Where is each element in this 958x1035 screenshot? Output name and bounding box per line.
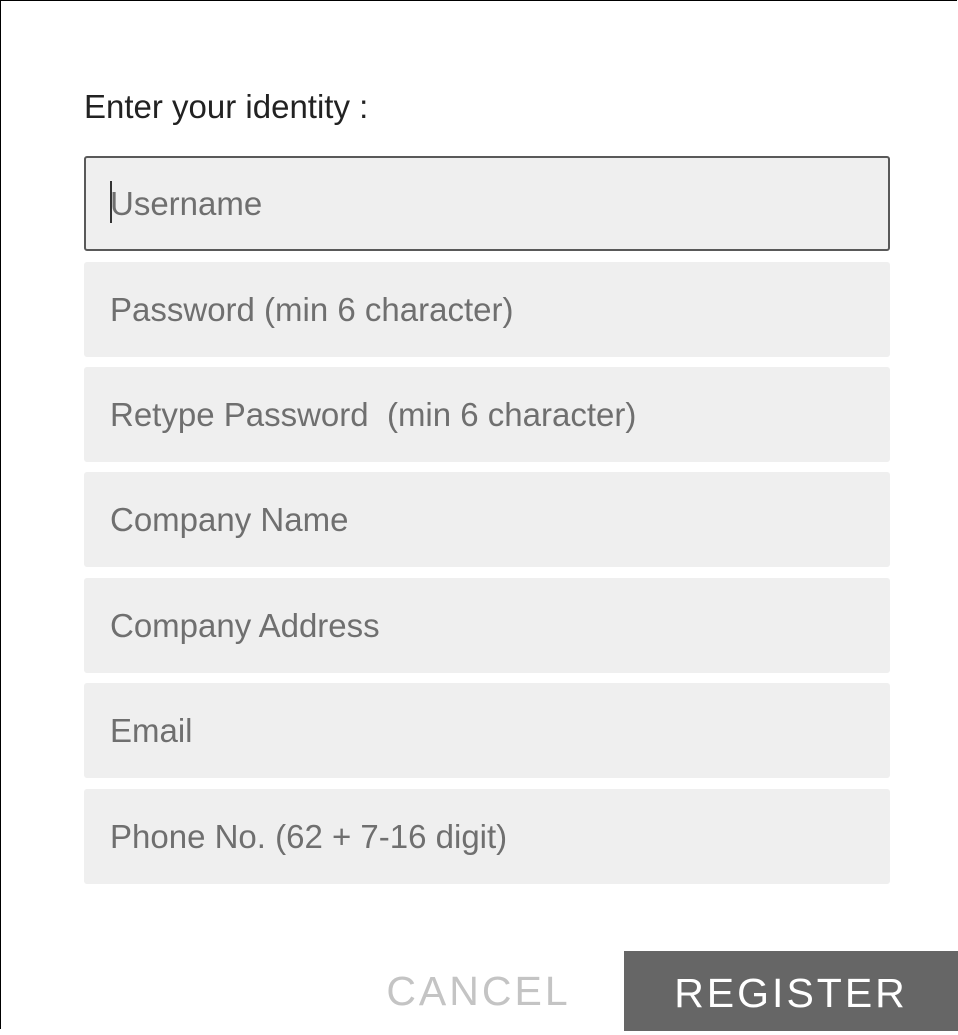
company-address-input[interactable] [84,578,890,673]
text-cursor [110,181,112,223]
cancel-button[interactable]: CANCEL [351,951,606,1031]
form-heading: Enter your identity : [84,88,369,125]
phone-input[interactable] [84,789,890,884]
username-input[interactable] [84,156,890,251]
register-dialog: Enter your identity : CANCEL REGISTER [0,0,958,1031]
retype-password-input[interactable] [84,367,890,462]
password-input[interactable] [84,262,890,357]
company-name-input[interactable] [84,472,890,567]
register-button[interactable]: REGISTER [624,951,958,1031]
email-input[interactable] [84,683,890,778]
